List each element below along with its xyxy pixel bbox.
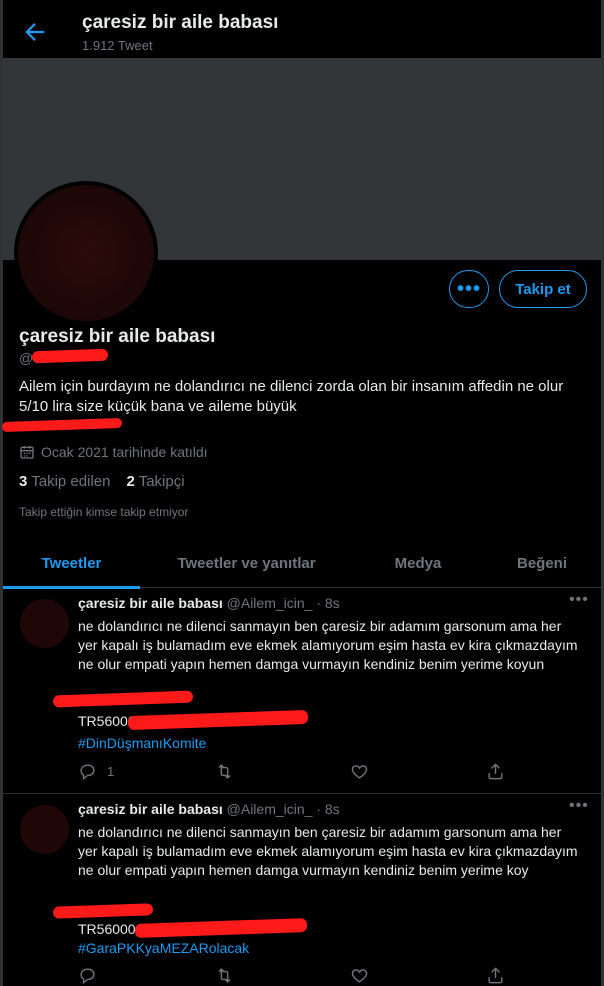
share-icon [488,967,503,984]
header-tweet-count: 1.912 Tweet [82,38,153,53]
tweet-meta: @Ailem_icin_ · 8s [226,801,340,817]
more-horizontal-icon[interactable]: ••• [569,797,589,815]
tab-likes[interactable]: Beğeni [483,538,601,588]
tweet-actions: 1 [78,762,518,786]
header-title: çaresiz bir aile babası [82,12,279,33]
follow-counts: 3 Takip edilen 2 Takipçi [19,473,185,490]
redaction-mark [52,903,154,919]
joined-text: Ocak 2021 tarihinde katıldı [41,444,208,460]
retweet-button[interactable] [215,966,234,985]
tweet-actions [78,966,518,986]
like-button[interactable] [350,762,369,781]
tweet-header: çaresiz bir aile babası @Ailem_icin_ · 8… [78,801,340,817]
more-horizontal-icon[interactable]: ••• [569,591,589,609]
tweet-author-name[interactable]: çaresiz bir aile babası [78,801,223,817]
heart-icon [351,969,368,983]
tweet-hashtag[interactable]: #DinDüşmanıKomite [78,735,206,751]
retweet-button[interactable] [215,762,234,781]
tweet-iban: TR56000 [78,713,136,729]
follow-button[interactable]: Takip et [499,270,587,308]
tab-tweets[interactable]: Tweetler [3,538,140,589]
calendar-icon [20,446,34,459]
reply-button[interactable] [78,966,107,985]
retweet-icon [218,764,231,779]
share-button[interactable] [486,762,505,781]
more-options-button[interactable]: ••• [449,270,489,308]
tweet[interactable]: çaresiz bir aile babası @Ailem_icin_ · 8… [3,589,601,794]
followers-link[interactable]: 2 Takipçi [126,473,184,490]
tweet-avatar[interactable] [20,599,69,648]
profile-bio: Ailem için burdayım ne dolandırıcı ne di… [19,378,564,415]
followers-you-know-note: Takip ettiğin kimse takip etmiyor [19,505,189,519]
retweet-icon [218,968,231,983]
tweet[interactable]: çaresiz bir aile babası @Ailem_icin_ · 8… [3,795,601,986]
tweet-iban: TR560003 [78,921,144,937]
tweet-text: ne dolandırıcı ne dilenci sanmayın ben ç… [78,824,578,878]
profile-tabs: Tweetler Tweetler ve yanıtlar Medya Beğe… [3,538,601,589]
tweet-header: çaresiz bir aile babası @Ailem_icin_ · 8… [78,595,340,611]
reply-count: 1 [107,764,115,779]
tweet-author-name[interactable]: çaresiz bir aile babası [78,595,223,611]
reply-icon [80,764,95,781]
more-horizontal-icon: ••• [456,277,481,300]
joined-date: Ocak 2021 tarihinde katıldı [19,444,208,460]
reply-button[interactable]: 1 [78,762,114,781]
tab-media[interactable]: Medya [353,538,483,588]
profile-avatar[interactable] [14,181,158,325]
tweet-meta: @Ailem_icin_ · 8s [226,595,340,611]
redaction-mark [52,690,194,708]
following-link[interactable]: 3 Takip edilen [19,473,110,490]
redaction-mark [127,709,309,731]
tweet-avatar[interactable] [20,805,69,854]
reply-icon [80,968,95,985]
like-button[interactable] [350,966,369,985]
top-header: çaresiz bir aile babası 1.912 Tweet [3,0,601,58]
heart-icon [351,765,368,779]
share-icon [488,763,503,780]
redaction-mark [134,918,308,938]
back-button[interactable] [21,18,49,46]
tweet-hashtag[interactable]: #GaraPKKyaMEZARolacak [78,940,249,956]
profile-name: çaresiz bir aile babası [19,326,216,347]
share-button[interactable] [486,966,505,985]
tweet-text: ne dolandırıcı ne dilenci sanmayın ben ç… [78,618,578,672]
tab-tweets-replies[interactable]: Tweetler ve yanıtlar [140,538,353,588]
arrow-left-icon [25,23,45,41]
